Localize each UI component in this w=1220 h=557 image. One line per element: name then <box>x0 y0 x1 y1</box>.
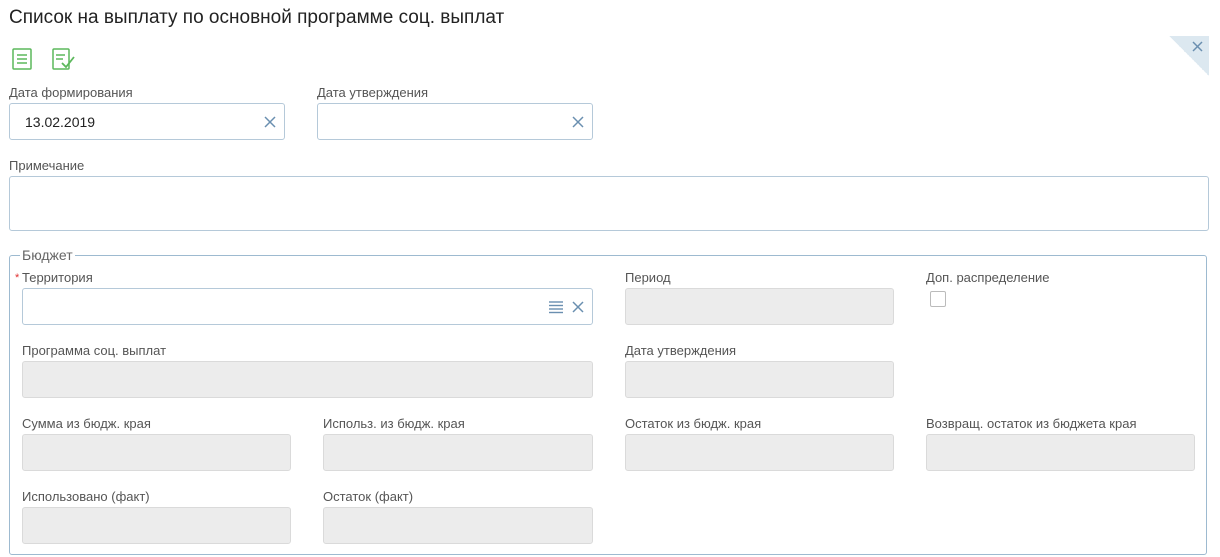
extra-distribution-label: Доп. распределение <box>926 270 1050 285</box>
save-icon <box>12 48 32 70</box>
save-approve-icon <box>52 48 75 70</box>
save-button[interactable] <box>10 47 34 71</box>
date-approved-field[interactable] <box>317 103 593 140</box>
used-region-field <box>323 434 593 471</box>
date-approved-label: Дата утверждения <box>317 85 429 100</box>
note-label: Примечание <box>9 158 85 173</box>
sum-region-label: Сумма из бюдж. края <box>22 416 151 431</box>
program-label: Программа соц. выплат <box>22 343 167 358</box>
date-formed-value: 13.02.2019 <box>25 113 96 130</box>
date-formed-label: Дата формирования <box>9 85 133 100</box>
clear-icon[interactable] <box>571 300 585 314</box>
save-approve-button[interactable] <box>52 47 76 71</box>
extra-distribution-checkbox[interactable] <box>930 291 946 307</box>
date-formed-field[interactable]: 13.02.2019 <box>9 103 285 140</box>
budget-legend: Бюджет <box>22 247 73 263</box>
page-title: Список на выплату по основной программе … <box>9 7 505 28</box>
list-icon[interactable] <box>548 300 564 314</box>
approval-date-label: Дата утверждения <box>625 343 737 358</box>
returned-remainder-label: Возвращ. остаток из бюджета края <box>926 416 1137 431</box>
used-fact-label: Использовано (факт) <box>22 489 150 504</box>
territory-label: Территория <box>22 270 93 285</box>
remainder-fact-label: Остаток (факт) <box>323 489 414 504</box>
approval-date-field <box>625 361 894 398</box>
remainder-region-label: Остаток из бюдж. края <box>625 416 762 431</box>
period-label: Период <box>625 270 671 285</box>
clear-icon[interactable] <box>263 115 277 129</box>
used-region-label: Использ. из бюдж. края <box>323 416 465 431</box>
program-field <box>22 361 593 398</box>
required-mark: * <box>15 272 20 284</box>
returned-remainder-field <box>926 434 1195 471</box>
close-icon[interactable] <box>1191 40 1204 53</box>
sum-region-field <box>22 434 291 471</box>
note-textarea[interactable] <box>9 176 1209 231</box>
clear-icon[interactable] <box>571 115 585 129</box>
remainder-region-field <box>625 434 894 471</box>
territory-field[interactable] <box>22 288 593 325</box>
remainder-fact-field <box>323 507 593 544</box>
used-fact-field <box>22 507 291 544</box>
period-field <box>625 288 894 325</box>
